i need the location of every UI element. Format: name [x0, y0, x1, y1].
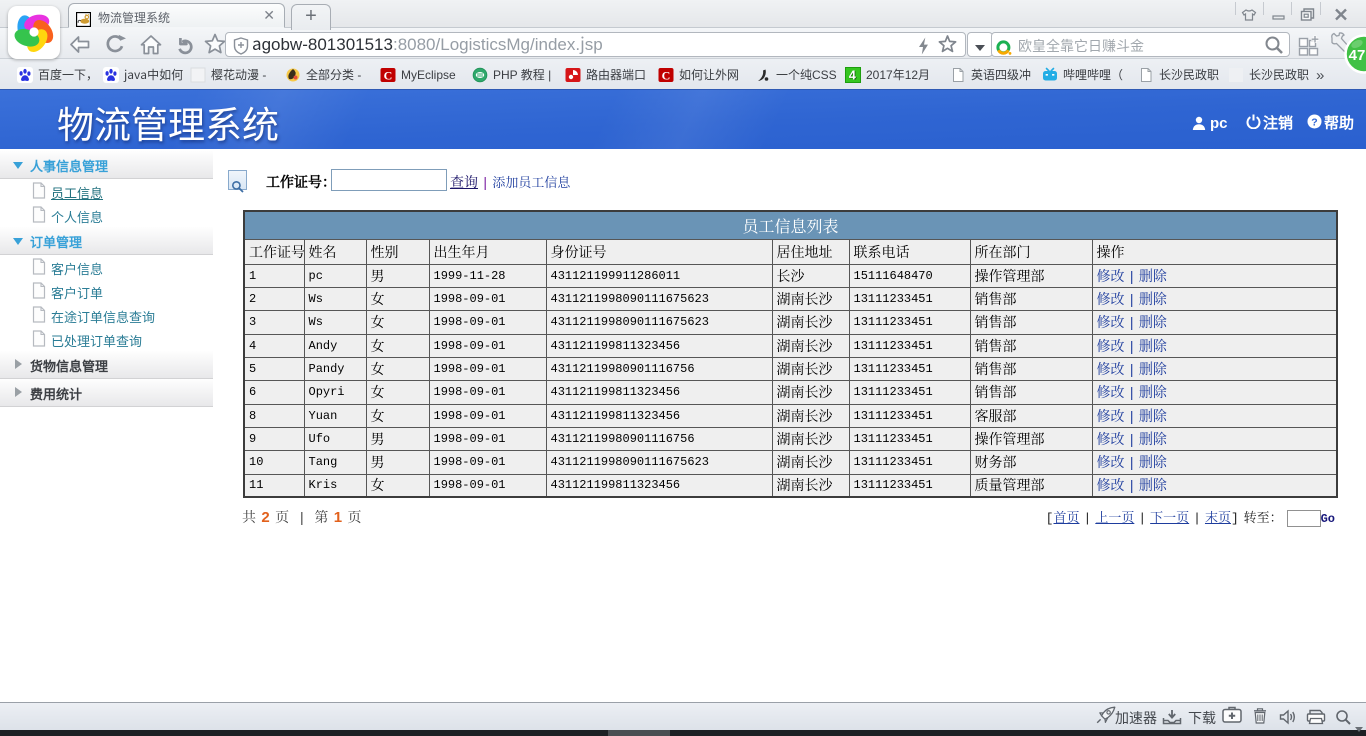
svg-text:47: 47	[1349, 47, 1366, 64]
svg-text:C: C	[662, 69, 671, 83]
svg-text:4: 4	[849, 69, 856, 83]
svg-text:C: C	[384, 69, 393, 83]
svg-text:?: ?	[1311, 117, 1317, 129]
